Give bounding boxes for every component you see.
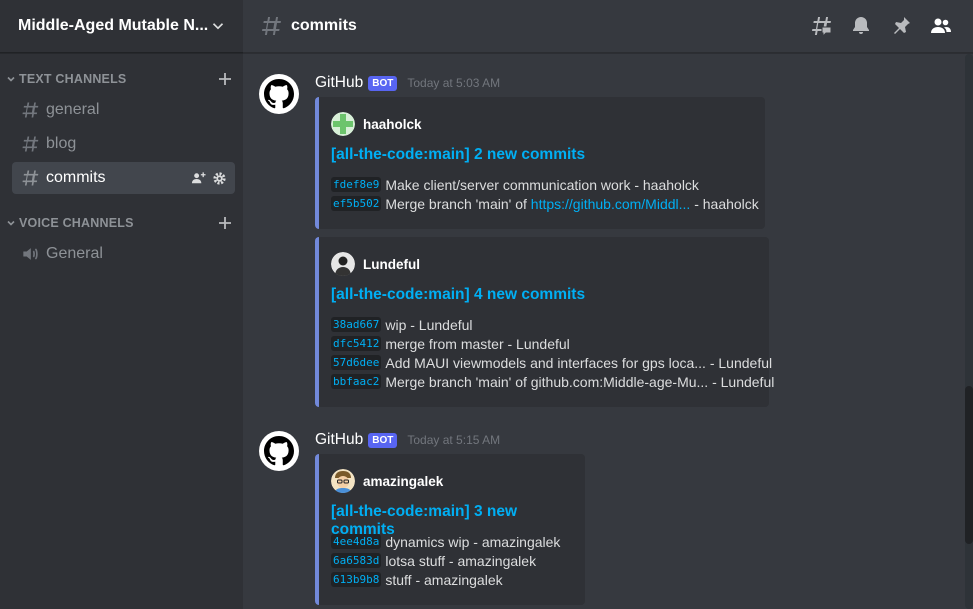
commit-message: Merge branch 'main' of <box>385 195 531 212</box>
commit-line: 57d6dee Add MAUI viewmodels and interfac… <box>331 353 772 372</box>
commit-message: stuff - amazingalek <box>385 571 503 588</box>
threads-icon[interactable] <box>809 14 833 38</box>
chevron-down-icon <box>7 220 15 226</box>
scrollbar-track[interactable] <box>965 54 973 609</box>
bell-icon[interactable] <box>849 14 873 38</box>
hash-icon <box>20 134 40 154</box>
commit-hash-link[interactable]: 4ee4d8a <box>331 534 382 549</box>
commit-hash-link[interactable]: dfc5412 <box>331 336 382 351</box>
embed-author[interactable]: haaholck <box>363 117 422 132</box>
embed-title-link[interactable]: [all-the-code:main] 2 new commits <box>331 146 749 166</box>
timestamp: Today at 5:03 AM <box>407 76 501 90</box>
commit-message: lotsa stuff - amazingalek <box>385 552 537 569</box>
pin-icon[interactable] <box>889 14 913 38</box>
add-member-icon[interactable] <box>191 171 206 186</box>
embed-author[interactable]: amazingalek <box>363 474 443 489</box>
commit-message: dynamics wip - amazingalek <box>385 533 561 550</box>
commit-embed: amazingalek [all-the-code:main] 3 new co… <box>315 454 585 605</box>
message-author[interactable]: GitHub <box>315 431 363 449</box>
bot-badge: BOT <box>368 432 398 448</box>
chevron-down-icon <box>7 76 15 82</box>
channel-general[interactable]: general <box>12 94 235 126</box>
plus-icon[interactable] <box>217 71 233 87</box>
commit-hash-link[interactable]: 38ad667 <box>331 317 382 332</box>
commit-hash-link[interactable]: ef5b502 <box>331 196 382 211</box>
commit-hash-link[interactable]: 57d6dee <box>331 355 382 370</box>
channel-label: General <box>46 245 103 262</box>
channel-label: commits <box>46 169 106 186</box>
avatar[interactable] <box>259 74 299 114</box>
avatar <box>331 469 355 493</box>
members-icon[interactable] <box>929 14 953 38</box>
commit-message: Merge branch 'main' of github.com:Middle… <box>385 373 775 390</box>
channel-title: commits <box>291 17 357 34</box>
category-label: VOICE CHANNELS <box>19 216 134 230</box>
embed-title-link[interactable]: [all-the-code:main] 3 new commits <box>331 503 569 538</box>
commit-line: dfc5412 merge from master - Lundeful <box>331 334 753 353</box>
avatar[interactable] <box>259 431 299 471</box>
category-text-channels[interactable]: TEXT CHANNELS <box>0 70 243 88</box>
hash-icon <box>259 14 283 38</box>
channel-sidebar: Middle-Aged Mutable N... TEXT CHANNELS g… <box>0 0 243 609</box>
channel-header: commits <box>243 0 973 53</box>
commit-line: 38ad667 wip - Lundeful <box>331 315 753 334</box>
category-voice-channels[interactable]: VOICE CHANNELS <box>0 214 243 232</box>
timestamp: Today at 5:15 AM <box>407 433 501 447</box>
embed-author[interactable]: Lundeful <box>363 257 420 272</box>
commit-embed: Lundeful [all-the-code:main] 4 new commi… <box>315 237 774 407</box>
hash-icon <box>20 100 40 120</box>
message-author[interactable]: GitHub <box>315 74 363 92</box>
commit-line: fdef8e9 Make client/server communication… <box>331 175 749 194</box>
commit-message: Add MAUI viewmodels and interfaces for g… <box>385 354 773 371</box>
category-label: TEXT CHANNELS <box>19 72 127 86</box>
channel-blog[interactable]: blog <box>12 128 235 160</box>
commit-embed: haaholck [all-the-code:main] 2 new commi… <box>315 97 765 229</box>
commit-message: merge from master - Lundeful <box>385 335 570 352</box>
plus-icon[interactable] <box>217 215 233 231</box>
commit-hash-link[interactable]: 613b9b8 <box>331 572 382 587</box>
chevron-down-icon[interactable] <box>209 17 227 35</box>
commit-line: bbfaac2 Merge branch 'main' of github.co… <box>331 372 774 391</box>
server-header[interactable]: Middle-Aged Mutable N... <box>0 0 243 53</box>
gear-icon[interactable] <box>212 171 227 186</box>
commit-hash-link[interactable]: 6a6583d <box>331 553 382 568</box>
speaker-icon <box>23 248 38 260</box>
commit-line: 4ee4d8a dynamics wip - amazingalek <box>331 532 569 551</box>
server-name: Middle-Aged Mutable N... <box>18 17 209 34</box>
github-icon <box>264 79 294 109</box>
channel-voice-general[interactable]: General <box>12 238 235 270</box>
channel-commits[interactable]: commits <box>12 162 235 194</box>
bot-badge: BOT <box>368 75 398 91</box>
channel-label: blog <box>46 135 77 152</box>
commit-message: Make client/server communication work - … <box>385 176 699 193</box>
hash-icon <box>20 168 40 188</box>
commit-author: - haaholck <box>690 195 759 212</box>
commit-line: 6a6583d lotsa stuff - amazingalek <box>331 551 569 570</box>
avatar <box>331 112 355 136</box>
repo-link[interactable]: https://github.com/Middl... <box>531 196 691 212</box>
commit-line: 613b9b8 stuff - amazingalek <box>331 570 569 589</box>
commit-message: wip - Lundeful <box>385 316 473 333</box>
commit-hash-link[interactable]: fdef8e9 <box>331 177 382 192</box>
message-list[interactable]: GitHub BOT Today at 5:03 AM haaholck [al… <box>243 54 965 609</box>
commit-hash-link[interactable]: bbfaac2 <box>331 374 382 389</box>
commit-line: ef5b502 Merge branch 'main' of https://g… <box>331 194 759 213</box>
github-icon <box>264 436 294 466</box>
channel-label: general <box>46 101 100 118</box>
embed-title-link[interactable]: [all-the-code:main] 4 new commits <box>331 286 753 306</box>
avatar <box>331 252 355 276</box>
scrollbar-thumb[interactable] <box>965 386 973 544</box>
